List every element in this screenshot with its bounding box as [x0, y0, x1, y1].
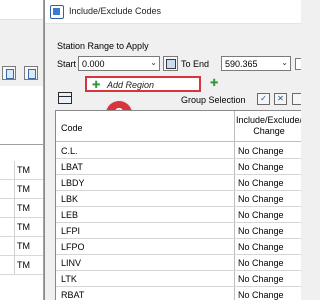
change-cell[interactable]: No Change: [238, 162, 284, 172]
chevron-down-icon[interactable]: ⌄: [281, 58, 288, 67]
column-header-change-line1: Include/Exclude/: [236, 115, 301, 125]
change-cell[interactable]: No Change: [238, 178, 284, 188]
group-selection-label: Group Selection: [181, 95, 246, 105]
table-header: Code Include/Exclude/ Change: [56, 111, 301, 142]
background-row: TM: [0, 237, 43, 256]
background-cell: TM: [17, 241, 30, 251]
change-cell[interactable]: No Change: [238, 226, 284, 236]
change-cell[interactable]: No Change: [238, 290, 284, 300]
code-cell: LTK: [61, 274, 77, 284]
start-station-combo[interactable]: 0.000 ⌄: [78, 56, 160, 71]
group-option-icon[interactable]: [292, 93, 301, 105]
code-cell: C.L.: [61, 146, 78, 156]
code-cell: LFPI: [61, 226, 81, 236]
plus-icon[interactable]: ✚: [210, 78, 218, 89]
table-row[interactable]: LFPI No Change: [56, 223, 301, 239]
change-cell[interactable]: No Change: [238, 258, 284, 268]
column-header-change-line2: Change: [253, 126, 285, 136]
column-header-code[interactable]: Code: [61, 123, 83, 133]
codes-table: Code Include/Exclude/ Change C.L. No Chan…: [55, 110, 301, 300]
code-cell: LINV: [61, 258, 82, 268]
background-tool-icon[interactable]: [2, 66, 16, 80]
pick-station-icon[interactable]: [163, 56, 178, 71]
table-row[interactable]: LBAT No Change: [56, 159, 301, 175]
code-cell: LFPO: [61, 242, 85, 252]
background-window-toolbar: [0, 20, 43, 86]
background-tool-icon[interactable]: [24, 66, 38, 80]
end-station-value: 590.365: [225, 59, 258, 69]
background-cell: TM: [17, 165, 30, 175]
change-cell[interactable]: No Change: [238, 242, 284, 252]
uncheck-all-icon[interactable]: ✕: [274, 93, 287, 105]
change-cell[interactable]: No Change: [238, 210, 284, 220]
background-window: TM TM TM TM TM TM: [0, 0, 44, 300]
background-window-titlebar: [0, 0, 43, 20]
station-range-label: Station Range to Apply: [57, 41, 149, 51]
include-exclude-codes-dialog: Include/Exclude Codes Station Range to A…: [44, 0, 301, 300]
background-row: TM: [0, 218, 43, 237]
table-row[interactable]: LEB No Change: [56, 207, 301, 223]
code-cell: LBDY: [61, 178, 85, 188]
background-row: TM: [0, 180, 43, 199]
background-cell: TM: [17, 260, 30, 270]
background-cell: TM: [17, 184, 30, 194]
table-row[interactable]: LINV No Change: [56, 255, 301, 271]
change-cell[interactable]: No Change: [238, 194, 284, 204]
table-row[interactable]: LBK No Change: [56, 191, 301, 207]
code-cell: RBAT: [61, 290, 85, 300]
window-title: Include/Exclude Codes: [69, 6, 162, 16]
add-region-button[interactable]: ✚ Add Region: [85, 76, 201, 92]
change-cell[interactable]: No Change: [238, 146, 284, 156]
table-row[interactable]: LBDY No Change: [56, 175, 301, 191]
to-end-label: To End: [181, 59, 210, 69]
add-region-label: Add Region: [107, 80, 155, 90]
start-station-value: 0.000: [82, 59, 105, 69]
table-row[interactable]: LTK No Change: [56, 271, 301, 287]
background-cell: TM: [17, 203, 30, 213]
change-cell[interactable]: No Change: [238, 274, 284, 284]
end-station-combo[interactable]: 590.365 ⌄: [221, 56, 291, 71]
chevron-down-icon[interactable]: ⌄: [150, 58, 157, 67]
plus-icon: ✚: [92, 80, 101, 91]
dialog-titlebar[interactable]: Include/Exclude Codes: [45, 0, 301, 24]
background-row: TM: [0, 256, 43, 275]
column-header-change[interactable]: Include/Exclude/ Change: [236, 115, 301, 137]
code-cell: LBK: [61, 194, 79, 204]
background-row: TM: [0, 199, 43, 218]
start-label: Start: [57, 59, 77, 69]
pick-end-icon[interactable]: [295, 58, 301, 70]
table-row[interactable]: RBAT No Change: [56, 287, 301, 300]
code-cell: LEB: [61, 210, 79, 220]
background-cell: TM: [17, 222, 30, 232]
background-row: TM: [0, 161, 43, 180]
table-options-icon[interactable]: [58, 92, 72, 104]
table-row[interactable]: LFPO No Change: [56, 239, 301, 255]
app-icon: [50, 5, 64, 19]
background-grid: TM TM TM TM TM TM: [0, 144, 43, 300]
code-cell: LBAT: [61, 162, 83, 172]
check-all-icon[interactable]: ✓: [257, 93, 270, 105]
table-row[interactable]: C.L. No Change: [56, 143, 301, 159]
